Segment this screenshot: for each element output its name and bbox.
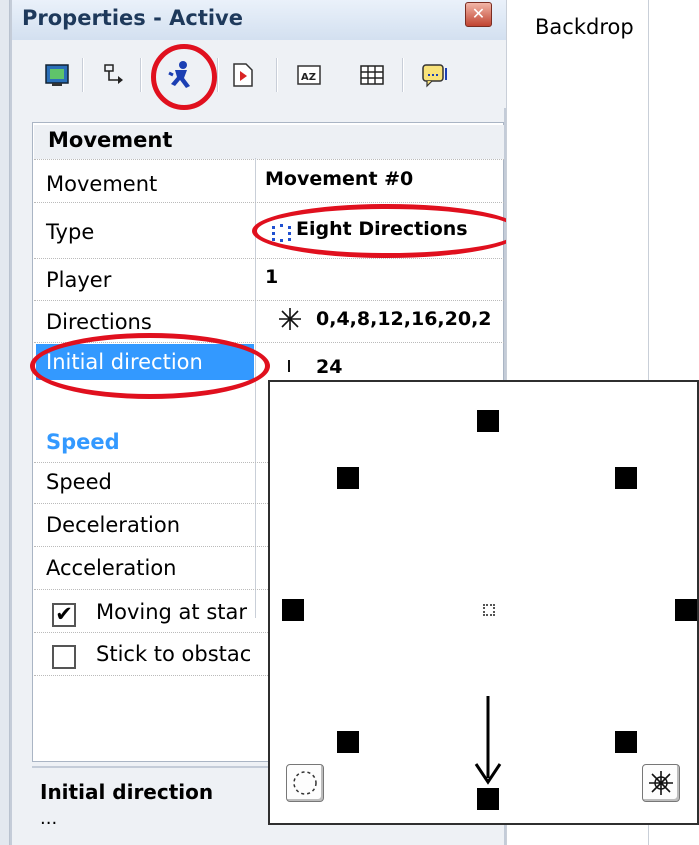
section-title: Movement xyxy=(48,128,173,152)
row-label-directions: Directions xyxy=(46,310,152,334)
row-divider xyxy=(34,258,504,259)
description-text: ... xyxy=(40,808,58,829)
direction-square-12[interactable] xyxy=(337,467,359,489)
settings-display-icon xyxy=(45,64,69,86)
stick-to-obstacles-label: Stick to obstac xyxy=(96,642,252,666)
toolbar-separator xyxy=(140,58,142,92)
events-grid-icon xyxy=(360,65,384,85)
movement-button-annotation xyxy=(151,44,217,110)
moving-at-start-checkbox[interactable]: ✔ xyxy=(52,603,76,627)
direction-mini-icon xyxy=(288,360,290,372)
select-none-button[interactable] xyxy=(286,764,324,802)
row-value-directions[interactable]: 0,4,8,12,16,20,2 xyxy=(316,308,494,330)
display-options-button[interactable] xyxy=(100,60,130,90)
moving-at-start-label: Moving at star xyxy=(96,600,247,624)
about-comment-button[interactable] xyxy=(420,60,450,90)
settings-display-button[interactable] xyxy=(42,60,72,90)
toolbar-separator xyxy=(402,58,404,92)
direction-square-16[interactable] xyxy=(282,599,304,621)
row-value-movement[interactable]: Movement #0 xyxy=(265,168,413,190)
direction-square-4[interactable] xyxy=(615,467,637,489)
row-divider xyxy=(34,159,504,160)
window-frame-left xyxy=(0,0,10,845)
toolbar-separator xyxy=(82,58,84,92)
row-label-speed: Speed xyxy=(46,470,112,494)
direction-square-24[interactable] xyxy=(477,788,499,810)
direction-square-20[interactable] xyxy=(337,731,359,753)
alterable-values-icon: AZ xyxy=(297,65,321,85)
none-directions-icon xyxy=(293,771,317,795)
all-directions-icon xyxy=(649,771,673,795)
select-all-button[interactable] xyxy=(642,764,680,802)
backdrop-label: Backdrop xyxy=(535,15,634,39)
row-label-player: Player xyxy=(46,268,112,292)
row-value-initial-direction[interactable]: 24 xyxy=(316,356,342,378)
section-title-speed[interactable]: Speed xyxy=(46,430,120,454)
type-annotation xyxy=(252,204,522,258)
alterable-values-button[interactable]: AZ xyxy=(294,60,324,90)
row-label-acceleration: Acceleration xyxy=(46,556,177,580)
runtime-options-button[interactable] xyxy=(228,60,258,90)
close-icon: ✕ xyxy=(471,4,486,23)
toolbar-separator xyxy=(276,58,278,92)
close-button[interactable]: ✕ xyxy=(465,2,492,27)
svg-text:AZ: AZ xyxy=(301,72,316,83)
direction-square-0[interactable] xyxy=(675,599,697,621)
row-label-type: Type xyxy=(46,220,95,244)
row-label-movement: Movement xyxy=(46,172,158,196)
row-divider xyxy=(34,202,504,203)
row-divider xyxy=(34,300,504,301)
initial-direction-annotation xyxy=(30,333,270,399)
row-value-player[interactable]: 1 xyxy=(265,266,278,288)
about-comment-icon xyxy=(422,64,447,88)
row-label-deceleration: Deceleration xyxy=(46,513,181,537)
stick-to-obstacles-checkbox[interactable] xyxy=(52,645,76,669)
down-arrow-icon xyxy=(474,696,502,785)
directions-star-icon xyxy=(277,306,303,336)
center-dot-icon xyxy=(483,604,495,616)
section-movement[interactable]: Movement xyxy=(34,125,504,159)
runtime-options-icon xyxy=(233,63,253,87)
display-options-icon xyxy=(104,64,123,84)
toolbar-separator xyxy=(217,58,219,92)
direction-square-8[interactable] xyxy=(477,410,499,432)
direction-square-28[interactable] xyxy=(615,731,637,753)
direction-selector-popup xyxy=(268,380,699,825)
description-title: Initial direction xyxy=(40,780,214,804)
events-grid-button[interactable] xyxy=(357,60,387,90)
panel-title: Properties - Active xyxy=(22,6,243,30)
